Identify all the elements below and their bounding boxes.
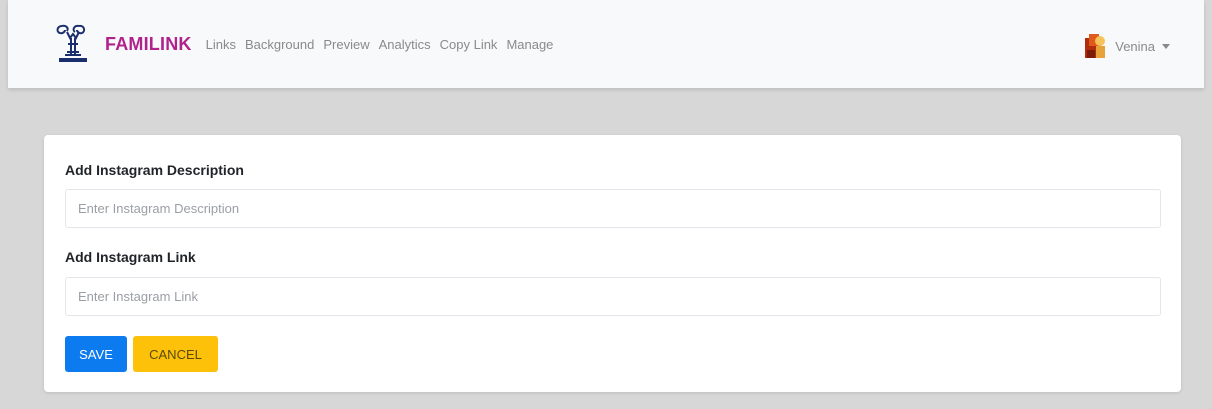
user-name[interactable]: Venina — [1115, 39, 1155, 54]
link-label: Add Instagram Link — [65, 249, 196, 265]
brand[interactable]: FAMILINK — [53, 22, 192, 66]
caret-down-icon[interactable] — [1162, 43, 1170, 49]
nav-link-analytics[interactable]: Analytics — [379, 37, 431, 52]
nav-link-copy-link[interactable]: Copy Link — [440, 37, 498, 52]
nav-link-background[interactable]: Background — [245, 37, 314, 52]
nav-link-preview[interactable]: Preview — [323, 37, 369, 52]
user-avatar-icon — [1085, 34, 1106, 58]
description-label: Add Instagram Description — [65, 162, 244, 178]
nav-link-links[interactable]: Links — [206, 37, 236, 52]
top-navbar: FAMILINK Links Background Preview Analyt… — [8, 0, 1204, 88]
brand-name[interactable]: FAMILINK — [105, 34, 192, 55]
familink-logo-icon — [56, 24, 87, 62]
nav-links: Links Background Preview Analytics Copy … — [206, 37, 563, 52]
user-menu[interactable]: Venina — [1083, 32, 1170, 60]
cancel-button[interactable]: CANCEL — [133, 336, 218, 372]
instagram-form-card: Add Instagram Description Add Instagram … — [44, 135, 1181, 392]
instagram-description-input[interactable] — [65, 189, 1161, 228]
nav-link-manage[interactable]: Manage — [506, 37, 553, 52]
save-button[interactable]: SAVE — [65, 336, 127, 372]
instagram-link-input[interactable] — [65, 277, 1161, 316]
